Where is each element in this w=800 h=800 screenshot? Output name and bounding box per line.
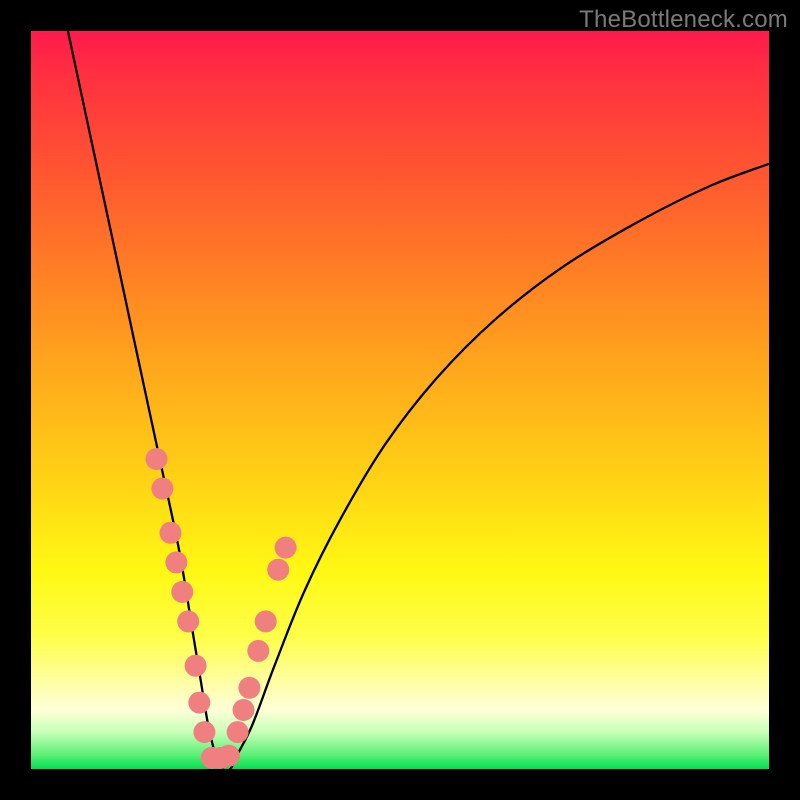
scatter-dot — [185, 655, 207, 677]
scatter-dots-group — [146, 448, 297, 769]
scatter-dot — [171, 581, 193, 603]
chart-frame: TheBottleneck.com — [0, 0, 800, 800]
scatter-dot — [188, 692, 210, 714]
scatter-dot — [267, 559, 289, 581]
plot-area — [31, 31, 769, 769]
scatter-dot — [227, 721, 249, 743]
scatter-dot — [193, 721, 215, 743]
watermark-text: TheBottleneck.com — [579, 6, 788, 34]
scatter-dot — [160, 522, 182, 544]
scatter-dot — [255, 610, 277, 632]
scatter-dot — [238, 677, 260, 699]
scatter-dot — [233, 699, 255, 721]
chart-overlay — [31, 31, 769, 769]
scatter-dot — [275, 537, 297, 559]
scatter-dot — [146, 448, 168, 470]
bottleneck-curve — [68, 31, 769, 769]
scatter-dot — [177, 610, 199, 632]
scatter-dot — [247, 640, 269, 662]
scatter-dot — [151, 478, 173, 500]
scatter-dot — [165, 551, 187, 573]
scatter-dot — [218, 745, 240, 767]
